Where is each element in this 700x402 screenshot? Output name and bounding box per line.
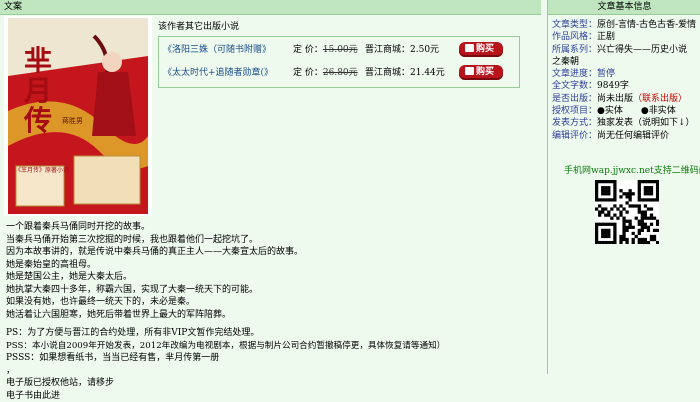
synopsis-line: ， <box>6 365 536 378</box>
mall-price: 晋江商城：2.50元 <box>365 39 439 61</box>
info-row-series-cont: 之秦朝 <box>552 56 700 68</box>
mobile-qr-note: 手机网wap.jjwxc.net支持二维码阅读 <box>564 163 700 176</box>
cover-author: 蒋胜男 <box>62 116 83 126</box>
info-row-progress: 文章进度：暂停 <box>552 68 700 80</box>
qr-code-icon <box>595 180 659 247</box>
progress-status-link[interactable]: 暂停 <box>597 69 615 79</box>
info-row-license: 授权项目：●实体 ●非实体 <box>552 105 700 117</box>
synopsis-line: 她是楚国公主，她是大秦太后。 <box>6 271 536 284</box>
cart-icon <box>465 67 474 75</box>
synopsis-line: 因为本故事讲的，就是传说中秦兵马俑的真正主人——大秦宣太后的故事。 <box>6 246 536 259</box>
synopsis-link[interactable]: 电子书由此进 <box>6 390 536 402</box>
synopsis-line: PSSS：如果想看纸书，当当已经有售，芈月传第一册 <box>6 352 536 365</box>
info-list: 文章类型：原创-言情-古色古香-爱情 作品风格：正剧 所属系列：兴亡得失——历史… <box>548 15 700 142</box>
synopsis-line: 如果没有她，也许最终一统天下的，未必是秦。 <box>6 296 536 309</box>
cover-title-char-1: 芈 <box>20 46 56 76</box>
synopsis-text: 一个跟着秦兵马俑同时开挖的故事。 当秦兵马俑开始第三次挖掘的时候，我也跟着他们一… <box>6 221 536 402</box>
cover-title-char-2: 月 <box>20 76 56 106</box>
buy-button[interactable]: 购买 <box>459 65 503 80</box>
synopsis-line: 电子版已授权他站，请移步 <box>6 377 536 390</box>
info-row-wordcount: 全文字数：9849字 <box>552 80 700 92</box>
synopsis-line: 她活着让六国胆寒，她死后带着世界上最大的军阵陪葬。 <box>6 309 536 322</box>
list-price: 15.00元 <box>323 45 358 55</box>
synopsis-line: 她执掌大秦四十多年，称霸六国，实现了大秦一统天下的可能。 <box>6 284 536 297</box>
mall-price: 晋江商城：21.44元 <box>365 62 445 84</box>
info-sidebar: 文章基本信息 文章类型：原创-言情-古色古香-爱情 作品风格：正剧 所属系列：兴… <box>547 0 700 374</box>
synopsis-line: 当秦兵马俑开始第三次挖掘的时候，我也跟着他们一起挖坑了。 <box>6 234 536 247</box>
synopsis-line: PS：为了方便与晋江的合约处理，所有非VIP文暂作完结处理。 <box>6 327 536 340</box>
info-row-type: 文章类型：原创-言情-古色古香-爱情 <box>552 19 700 31</box>
info-row-style: 作品风格：正剧 <box>552 31 700 43</box>
buy-button[interactable]: 购买 <box>459 42 503 57</box>
publication-row: 《太太时代+追随者勋章(》 定 价：26.80元 晋江商城：21.44元 购买 <box>163 62 518 84</box>
publication-title-link[interactable]: 《太太时代+追随者勋章(》 <box>163 62 273 84</box>
price-label: 定 价：26.80元 <box>293 62 358 84</box>
info-row-publish-mode: 发表方式：独家发表（说明如下↓） <box>552 117 700 129</box>
synopsis-line: PSS：本小说自2009年开始发表，2012年改编为电视剧本，根据与制片公司合约… <box>6 340 536 353</box>
other-works-title: 该作者其它出版小说 <box>158 19 239 32</box>
price-label: 定 价：15.00元 <box>293 39 358 61</box>
info-row-published: 是否出版：尚未出版（联系出版） <box>552 93 700 105</box>
book-cover-image: 《芈月传》原著小说 芈 月 传 蒋胜男 <box>4 16 152 216</box>
list-price: 26.80元 <box>323 68 358 78</box>
info-row-series: 所属系列：兴亡得失——历史小说 <box>552 44 700 56</box>
contact-publish-link[interactable]: （联系出版） <box>633 94 687 104</box>
sidebar-header: 文章基本信息 <box>548 0 700 15</box>
cover-footer-text: 《芈月传》原著小说 <box>15 166 69 174</box>
main-panel: 文案 《芈月传》原著小说 芈 月 传 蒋胜男 该作者其它出版小说 《洛阳三姝（可… <box>0 0 541 374</box>
publication-title-link[interactable]: 《洛阳三姝（可随书附赠》 <box>163 39 271 61</box>
cover-title-char-3: 传 <box>20 106 56 136</box>
cart-icon <box>465 44 474 52</box>
main-header: 文案 <box>0 0 541 15</box>
info-row-editor-review: 编辑评价：尚无任何编辑评价 <box>552 130 700 142</box>
synopsis-line: 她是秦始皇的高祖母。 <box>6 259 536 272</box>
publications-box: 《洛阳三姝（可随书附赠》 定 价：15.00元 晋江商城：2.50元 购买 《太… <box>158 36 520 88</box>
publication-row: 《洛阳三姝（可随书附赠》 定 价：15.00元 晋江商城：2.50元 购买 <box>163 39 518 61</box>
synopsis-line: 一个跟着秦兵马俑同时开挖的故事。 <box>6 221 536 234</box>
